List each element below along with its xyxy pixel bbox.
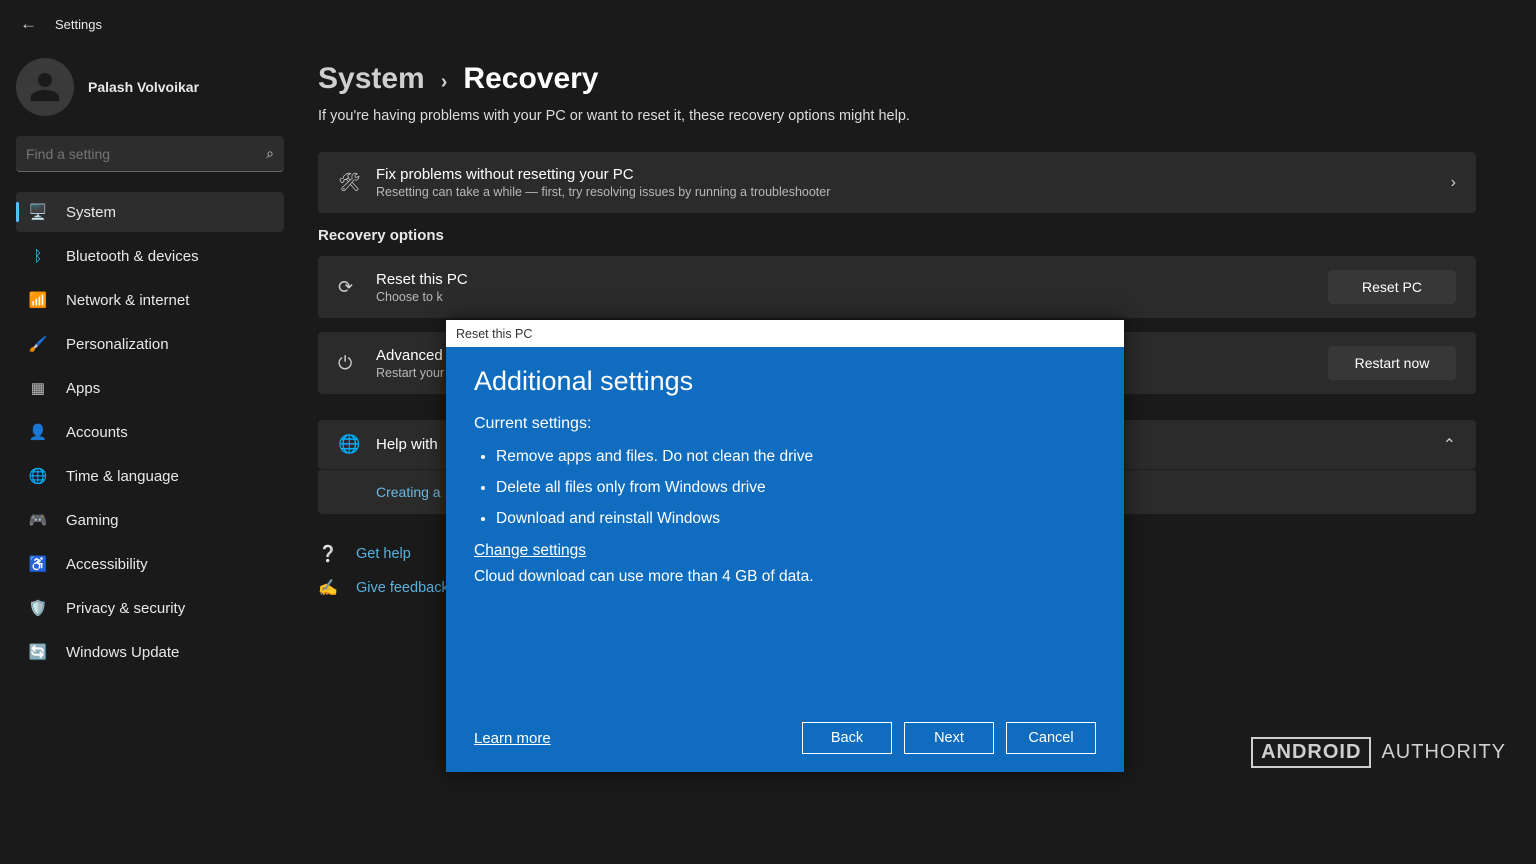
page-subtitle: If you're having problems with your PC o… — [318, 108, 1476, 124]
watermark-suffix: AUTHORITY — [1381, 741, 1506, 764]
nav-icon: ▦ — [28, 379, 48, 397]
sidebar: Palash Volvoikar ⌕ 🖥️ System ᛒ Bluetooth & … — [0, 48, 300, 864]
learn-more-link[interactable]: Learn more — [474, 730, 551, 747]
nav-label: Accessibility — [66, 556, 148, 573]
nav-icon: 🎮 — [28, 511, 48, 529]
nav-label: Network & internet — [66, 292, 189, 309]
reset-pc-card: ⟳ Reset this PC Choose to k Reset PC — [318, 256, 1476, 318]
search-input[interactable] — [26, 146, 266, 162]
nav-label: Privacy & security — [66, 600, 185, 617]
help-icon: ❔ — [318, 544, 340, 564]
watermark: ANDROID AUTHORITY — [1251, 737, 1506, 768]
settings-window: ← Settings Palash Volvoikar ⌕ 🖥️ System ᛒ B… — [0, 0, 1536, 864]
nav-icon: ᛒ — [28, 248, 48, 265]
settings-bullet: Download and reinstall Windows — [496, 503, 1096, 534]
back-icon[interactable]: ← — [20, 14, 37, 34]
chevron-right-icon: › — [441, 71, 448, 94]
troubleshoot-title: Fix problems without resetting your PC — [376, 166, 1451, 183]
profile-name: Palash Volvoikar — [88, 79, 199, 95]
nav-icon: 🖌️ — [28, 335, 48, 353]
watermark-brand: ANDROID — [1251, 737, 1371, 768]
search-icon[interactable]: ⌕ — [266, 145, 274, 162]
cloud-download-note: Cloud download can use more than 4 GB of… — [474, 568, 1096, 586]
globe-icon: 🌐 — [338, 434, 376, 455]
wrench-icon: 🛠 — [338, 172, 376, 193]
sidebar-item-personalization[interactable]: 🖌️ Personalization — [16, 324, 284, 364]
reset-pc-button[interactable]: Reset PC — [1328, 270, 1456, 304]
nav-label: Accounts — [66, 424, 128, 441]
dialog-title: Reset this PC — [456, 327, 532, 341]
feedback-icon: ✍ — [318, 578, 340, 598]
sidebar-item-network-internet[interactable]: 📶 Network & internet — [16, 280, 284, 320]
sidebar-item-accounts[interactable]: 👤 Accounts — [16, 412, 284, 452]
power-gear-icon: ⏻ — [338, 353, 376, 374]
troubleshoot-subtitle: Resetting can take a while — first, try … — [376, 185, 1451, 199]
get-help-label: Get help — [356, 546, 411, 562]
sidebar-item-accessibility[interactable]: ♿ Accessibility — [16, 544, 284, 584]
chevron-right-icon: › — [1451, 174, 1456, 192]
breadcrumb-root[interactable]: System — [318, 62, 425, 96]
settings-list: Remove apps and files. Do not clean the … — [474, 441, 1096, 534]
dialog-heading: Additional settings — [474, 366, 1096, 397]
sidebar-item-gaming[interactable]: 🎮 Gaming — [16, 500, 284, 540]
breadcrumb: System › Recovery — [318, 62, 1476, 96]
sidebar-item-bluetooth-devices[interactable]: ᛒ Bluetooth & devices — [16, 236, 284, 276]
next-button[interactable]: Next — [904, 722, 994, 754]
settings-bullet: Remove apps and files. Do not clean the … — [496, 441, 1096, 472]
reset-title: Reset this PC — [376, 271, 1328, 288]
current-settings-label: Current settings: — [474, 415, 1096, 433]
back-button[interactable]: Back — [802, 722, 892, 754]
help-link[interactable]: Creating a — [376, 484, 441, 500]
nav-label: Apps — [66, 380, 100, 397]
titlebar: ← Settings — [0, 0, 1536, 48]
breadcrumb-current: Recovery — [463, 62, 598, 96]
change-settings-link[interactable]: Change settings — [474, 542, 1096, 560]
give-feedback-label: Give feedback — [356, 580, 449, 596]
reset-subtitle: Choose to k — [376, 290, 1328, 304]
sidebar-item-privacy-security[interactable]: 🛡️ Privacy & security — [16, 588, 284, 628]
nav-icon: 👤 — [28, 423, 48, 441]
settings-bullet: Delete all files only from Windows drive — [496, 472, 1096, 503]
nav: 🖥️ System ᛒ Bluetooth & devices 📶 Network & i… — [16, 192, 284, 672]
reset-pc-dialog: Reset this PC Additional settings Curren… — [446, 320, 1124, 772]
profile[interactable]: Palash Volvoikar — [16, 58, 284, 116]
sidebar-item-system[interactable]: 🖥️ System — [16, 192, 284, 232]
nav-icon: 🔄 — [28, 643, 48, 661]
sidebar-item-windows-update[interactable]: 🔄 Windows Update — [16, 632, 284, 672]
restart-now-button[interactable]: Restart now — [1328, 346, 1456, 380]
nav-label: Windows Update — [66, 644, 179, 661]
app-title: Settings — [55, 17, 102, 32]
nav-icon: 🌐 — [28, 467, 48, 485]
sidebar-item-apps[interactable]: ▦ Apps — [16, 368, 284, 408]
nav-label: Time & language — [66, 468, 179, 485]
nav-icon: 📶 — [28, 291, 48, 309]
person-icon — [28, 70, 62, 104]
dialog-titlebar: Reset this PC — [446, 320, 1124, 348]
nav-icon: ♿ — [28, 555, 48, 573]
search-box[interactable]: ⌕ — [16, 136, 284, 172]
sidebar-item-time-language[interactable]: 🌐 Time & language — [16, 456, 284, 496]
dialog-body: Additional settings Current settings: Re… — [446, 348, 1124, 772]
recovery-heading: Recovery options — [318, 227, 1476, 244]
nav-label: Bluetooth & devices — [66, 248, 199, 265]
avatar — [16, 58, 74, 116]
troubleshoot-card[interactable]: 🛠 Fix problems without resetting your PC… — [318, 152, 1476, 213]
nav-icon: 🖥️ — [28, 203, 48, 221]
nav-label: Gaming — [66, 512, 119, 529]
nav-label: Personalization — [66, 336, 169, 353]
reset-icon: ⟳ — [338, 277, 376, 298]
cancel-button[interactable]: Cancel — [1006, 722, 1096, 754]
dialog-footer: Learn more Back Next Cancel — [474, 722, 1096, 754]
nav-icon: 🛡️ — [28, 599, 48, 617]
nav-label: System — [66, 204, 116, 221]
chevron-up-icon: ⌃ — [1443, 435, 1456, 455]
